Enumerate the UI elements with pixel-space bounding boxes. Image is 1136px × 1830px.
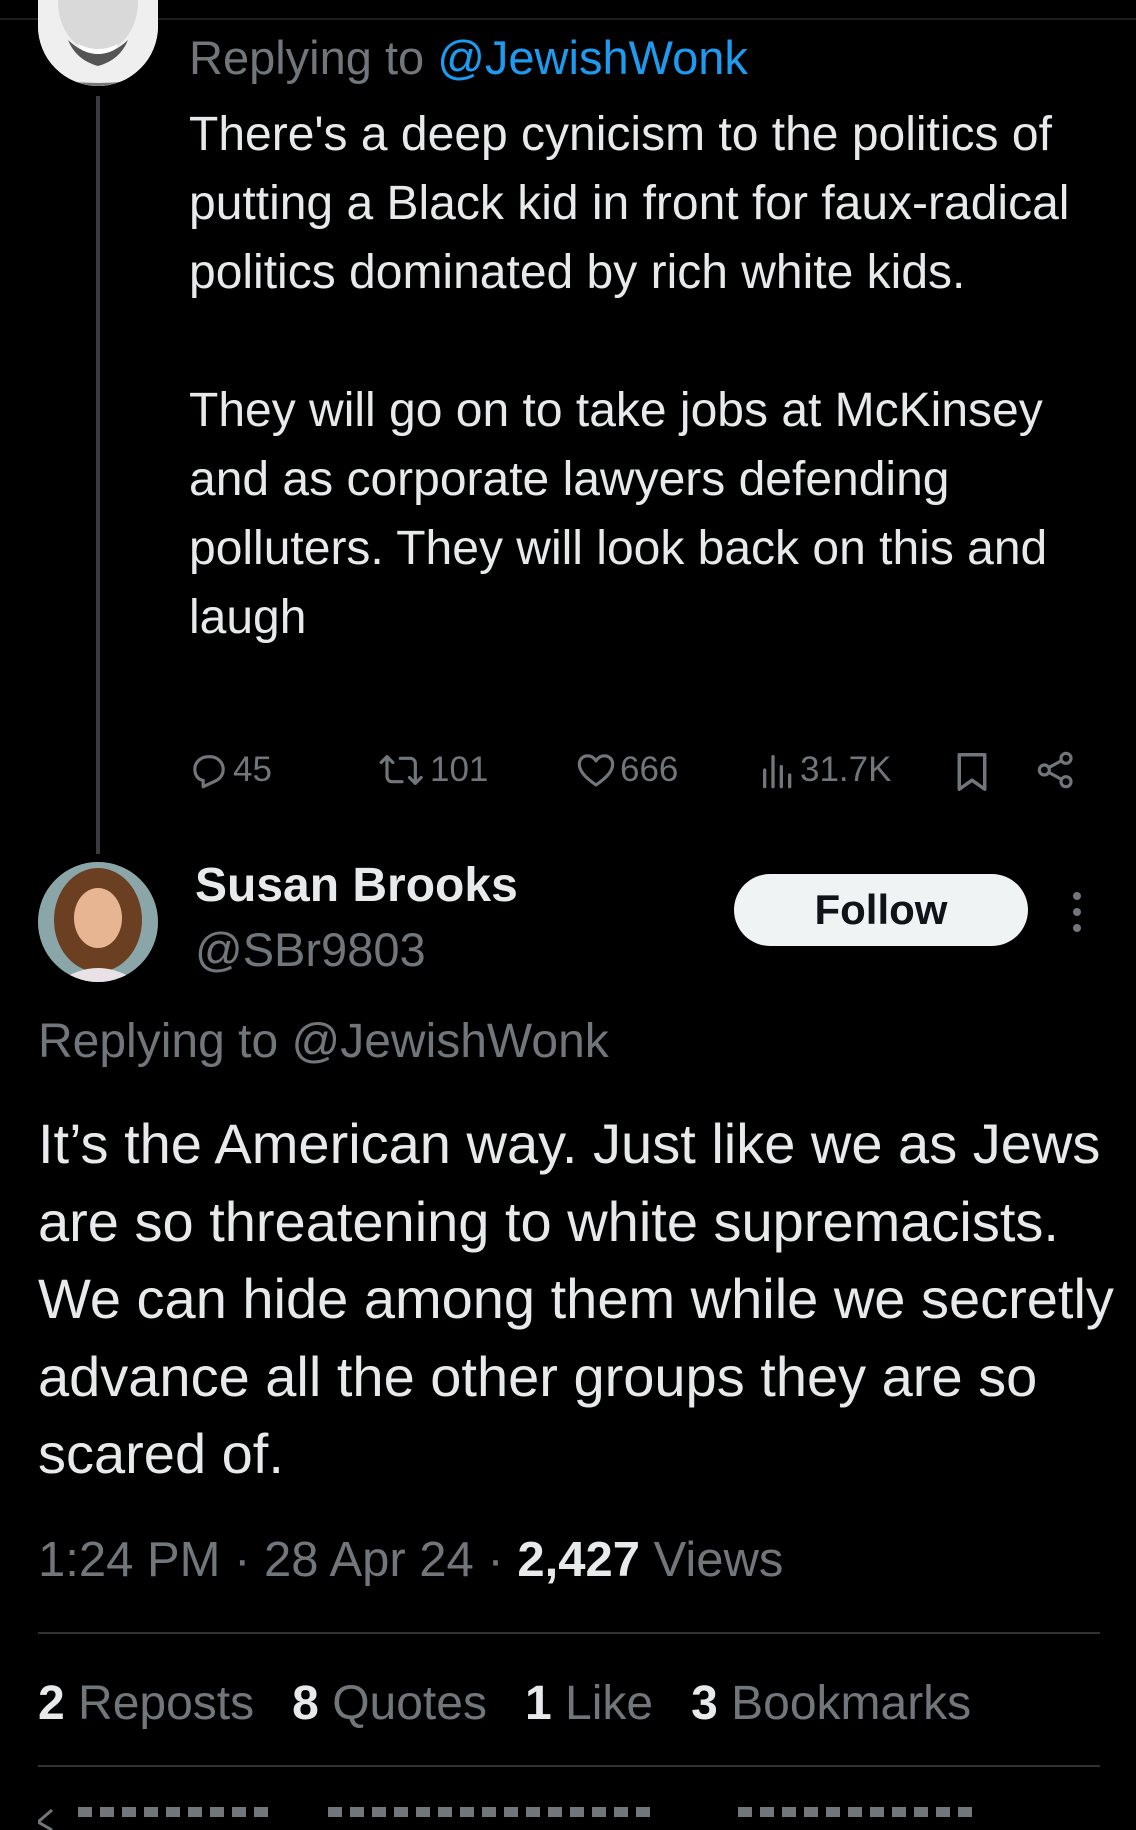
- repost-count: 101: [430, 750, 489, 789]
- parent-paragraph-2: They will go on to take jobs at McKinsey…: [189, 384, 1048, 644]
- reposts-stat[interactable]: 2 Reposts: [38, 1676, 254, 1731]
- likes-stat[interactable]: 1 Like: [525, 1676, 653, 1731]
- like-icon: [576, 750, 616, 790]
- parent-avatar[interactable]: [38, 0, 158, 86]
- views-action[interactable]: 31.7K: [760, 750, 891, 790]
- reply-action[interactable]: 45: [189, 750, 272, 790]
- parent-mention-link[interactable]: @JewishWonk: [437, 31, 748, 84]
- parent-replying-to: Replying to @JewishWonk: [189, 31, 748, 84]
- views-icon: [760, 750, 796, 790]
- divider: [38, 1765, 1100, 1767]
- share-icon: [1036, 750, 1076, 790]
- author-handle[interactable]: @SBr9803: [195, 922, 426, 977]
- reply-replying-to: Replying to @JewishWonk: [38, 1015, 609, 1068]
- bookmark-icon: [952, 750, 992, 794]
- quotes-stat[interactable]: 8 Quotes: [292, 1676, 487, 1731]
- author-name[interactable]: Susan Brooks: [195, 858, 518, 913]
- parent-paragraph-1: There's a deep cynicism to the politics …: [189, 108, 1070, 299]
- reply-icon: [189, 750, 229, 790]
- parent-tweet-text: There's a deep cynicism to the politics …: [189, 100, 1109, 652]
- reply-avatar[interactable]: [38, 862, 158, 982]
- like-count: 666: [620, 750, 679, 789]
- reply-count: 45: [233, 750, 272, 789]
- engagement-stats: 2 Reposts 8 Quotes 1 Like 3 Bookmarks: [38, 1676, 1009, 1731]
- repost-icon: [378, 750, 426, 790]
- tweet-date[interactable]: 28 Apr 24: [264, 1533, 474, 1587]
- top-divider: [0, 18, 1136, 20]
- divider: [38, 1632, 1100, 1634]
- views-label: Views: [653, 1533, 784, 1587]
- parent-action-bar: 45 101 666 31.7K: [0, 750, 1136, 800]
- views-count: 31.7K: [800, 750, 892, 789]
- tweet-time[interactable]: 1:24 PM: [38, 1533, 220, 1587]
- cutoff-action-row: [38, 1800, 1058, 1830]
- bookmarks-stat[interactable]: 3 Bookmarks: [691, 1676, 971, 1731]
- like-action[interactable]: 666: [576, 750, 678, 790]
- tweet-metadata: 1:24 PM · 28 Apr 24 · 2,427 Views: [38, 1533, 784, 1587]
- more-icon[interactable]: [1062, 888, 1092, 936]
- reply-mention-link[interactable]: @JewishWonk: [291, 1015, 608, 1068]
- reply-tweet-text: It’s the American way. Just like we as J…: [38, 1112, 1114, 1485]
- share-action[interactable]: [1036, 750, 1076, 790]
- views-count-total: 2,427: [517, 1533, 640, 1587]
- thread-line: [96, 96, 100, 854]
- bookmark-action[interactable]: [952, 750, 992, 794]
- follow-button[interactable]: Follow: [734, 874, 1028, 946]
- repost-action[interactable]: 101: [378, 750, 488, 790]
